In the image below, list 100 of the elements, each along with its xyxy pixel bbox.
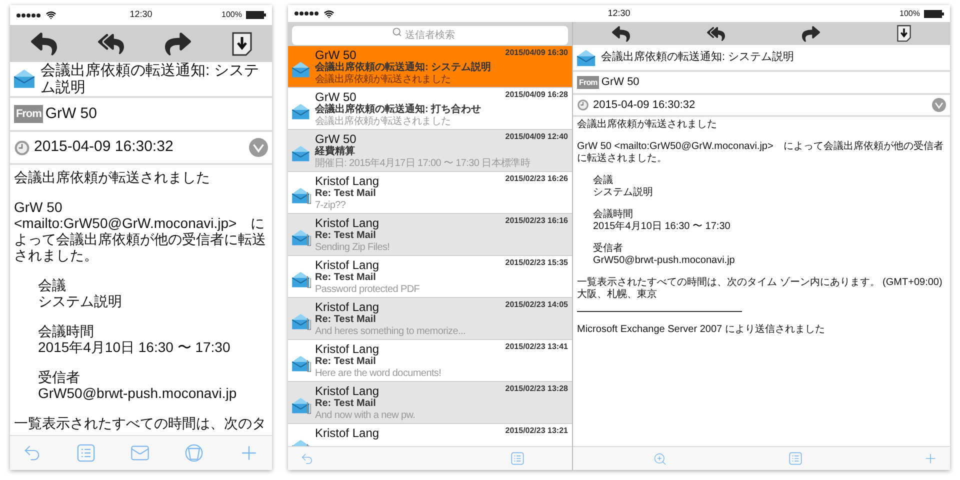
sender-name: GrW 50 xyxy=(315,48,356,62)
message-preview: And now with a new pw. xyxy=(315,410,416,422)
message-date: 2015/02/23 13:41 xyxy=(505,342,568,352)
sender-name: Kristof Lang xyxy=(315,426,380,440)
wifi-icon xyxy=(324,8,334,18)
message-paragraph: 受信者 GrW50@brwt-push.moconavi.jp xyxy=(37,369,238,401)
battery-level: 100% xyxy=(222,9,242,21)
message-date: 2015/04/09 16:28 xyxy=(505,90,568,100)
message-paragraph: 会議 システム説明 xyxy=(592,175,654,199)
sender-name: Kristof Lang xyxy=(315,300,380,314)
message-list-item[interactable]: Kristof Lang 2015/02/23 13:28 Re: Test Mail And now with a new pw. xyxy=(288,382,572,424)
message-paragraph: 会議時間 2015年4月10日 16:30 〜 17:30 xyxy=(37,323,232,355)
message-subject: Re: Test Mail xyxy=(315,188,377,200)
message-date: 2015/04/09 12:40 xyxy=(505,132,568,142)
envelope-icon xyxy=(577,48,597,66)
message-subject: Re: Test Mail xyxy=(315,356,377,368)
signal-icon xyxy=(294,11,320,16)
back-icon[interactable] xyxy=(300,452,314,466)
message-date: 2015/02/23 15:35 xyxy=(505,258,568,268)
sender-name: Kristof Lang xyxy=(315,174,380,188)
message-preview: 会議出席依頼が転送されました xyxy=(315,116,452,128)
battery-icon xyxy=(924,10,944,18)
message-paragraph: 一覧表示されたすべての時間は、次のタイム ゾーン内にあります。 (GMT+09:00) 大阪、札幌、東京 xyxy=(577,277,944,301)
message-paragraph: 一覧表示されたすべての時間は、次のタ xyxy=(14,415,267,431)
search-field[interactable]: 送信者検索 xyxy=(292,26,568,45)
sender-name: GrW 50 xyxy=(45,104,97,124)
message-list-item[interactable]: GrW 50 2015/04/09 12:40 経費精算 開催日: 2015年4月17日 17:00 〜 17:30 日本標準時 xyxy=(288,130,572,172)
reply-all-icon[interactable] xyxy=(706,24,725,42)
list-icon[interactable] xyxy=(511,452,524,465)
battery-level: 100% xyxy=(900,8,920,20)
message-subject: 会議出席依頼の転送通知: システム説明 xyxy=(601,50,794,66)
message-preview: 7-zip?? xyxy=(315,200,347,212)
message-subject: Re: Test Mail xyxy=(315,398,377,410)
add-icon[interactable] xyxy=(923,451,938,466)
list-icon[interactable] xyxy=(788,452,802,465)
expand-icon[interactable] xyxy=(249,138,268,157)
message-date: 2015/02/23 16:16 xyxy=(505,216,568,226)
message-list-item[interactable]: Kristof Lang 2015/02/23 13:41 Re: Test Mail Here are the word documents! xyxy=(288,340,572,382)
sender-name: GrW 50 xyxy=(601,75,640,90)
message-preview: And heres something to memorize... xyxy=(315,326,466,338)
message-date: 2015/02/23 14:05 xyxy=(505,300,568,310)
back-icon[interactable] xyxy=(22,443,42,463)
message-paragraph: 会議 システム説明 xyxy=(37,277,123,309)
message-paragraph: 会議時間 2015年4月10日 16:30 〜 17:30 xyxy=(592,209,732,233)
message-paragraph: GrW 50 <mailto:GrW50@GrW.moconavi.jp> によって会議出席依頼が他の受信者に転送されました。 xyxy=(14,199,267,263)
list-icon[interactable] xyxy=(77,444,95,462)
message-subject: Re: Test Mail xyxy=(315,272,377,284)
clock-icon xyxy=(577,99,589,111)
mail-icon[interactable] xyxy=(130,443,150,463)
status-time: 12:30 xyxy=(608,6,630,20)
reply-icon[interactable] xyxy=(30,30,56,56)
message-subject: Re: Test Mail xyxy=(315,230,377,242)
clock-icon xyxy=(14,140,30,156)
download-document-icon[interactable] xyxy=(232,32,252,56)
message-subject: Re: Test Mail xyxy=(315,314,377,326)
expand-icon[interactable] xyxy=(932,98,946,112)
message-list-item[interactable]: Kristof Lang 2015/02/23 16:26 Re: Test Mail 7-zip?? xyxy=(288,172,572,214)
zoom-in-icon[interactable] xyxy=(653,452,667,466)
message-date: 2015-04-09 16:30:32 xyxy=(34,137,174,158)
message-date: 2015/02/23 13:28 xyxy=(505,384,568,394)
envelope-icon xyxy=(14,67,36,91)
search-icon xyxy=(392,26,402,36)
bucket-icon[interactable] xyxy=(185,444,203,462)
message-preview: Sending Zip Files! xyxy=(315,242,391,254)
message-paragraph: 会議出席依頼が転送されました xyxy=(14,169,211,185)
forward-icon[interactable] xyxy=(802,24,820,42)
message-subject: 経費精算 xyxy=(315,146,356,158)
message-list-item[interactable]: GrW 50 2015/04/09 16:30 会議出席依頼の転送通知: システム説明 会議出席依頼が転送されました xyxy=(288,46,572,88)
message-date: 2015/04/09 16:30 xyxy=(505,48,568,58)
download-document-icon[interactable] xyxy=(897,25,912,42)
from-label: From xyxy=(14,105,44,123)
signal-icon xyxy=(16,12,42,18)
message-subject: 会議出席依頼の転送通知: 打ち合わせ xyxy=(315,104,482,116)
message-list-item[interactable]: GrW 50 2015/04/09 16:28 会議出席依頼の転送通知: 打ち合わせ 会議出席依頼が転送されました xyxy=(288,88,572,130)
wifi-icon xyxy=(46,10,56,20)
message-preview: 開催日: 2015年4月17日 17:00 〜 17:30 日本標準時 xyxy=(315,158,532,170)
sender-name: Kristof Lang xyxy=(315,258,380,272)
message-paragraph: 受信者 GrW50@brwt-push.moconavi.jp xyxy=(592,243,736,267)
reply-icon[interactable] xyxy=(612,24,630,42)
message-preview: 会議出席依頼が転送されました xyxy=(315,74,452,86)
battery-icon xyxy=(246,11,266,19)
message-list-item[interactable]: Kristof Lang 2015/02/23 16:16 Re: Test Mail Sending Zip Files! xyxy=(288,214,572,256)
message-paragraph: 会議出席依頼が転送されました xyxy=(577,119,718,131)
message-preview: Here are the word documents! xyxy=(315,368,442,380)
message-paragraph: GrW 50 <mailto:GrW50@GrW.moconavi.jp> によって会議出席依頼が他の受信者に転送されました。 xyxy=(577,141,944,165)
sender-name: Kristof Lang xyxy=(315,342,380,356)
sender-name: GrW 50 xyxy=(315,90,356,104)
message-list-item[interactable]: Kristof Lang 2015/02/23 14:05 Re: Test Mail And heres something to memorize... xyxy=(288,298,572,340)
message-date: 2015-04-09 16:30:32 xyxy=(593,98,696,113)
message-list-item[interactable]: Kristof Lang 2015/02/23 15:35 Re: Test Mail Password protected PDF xyxy=(288,256,572,298)
message-date: 2015/02/23 13:21 xyxy=(505,426,568,436)
message-subject: 会議出席依頼の転送通知: システム説明 xyxy=(315,62,492,74)
message-preview: Password protected PDF xyxy=(315,284,421,296)
message-date: 2015/02/23 16:26 xyxy=(505,174,568,184)
forward-icon[interactable] xyxy=(164,30,190,56)
sender-name: GrW 50 xyxy=(315,132,356,146)
status-time: 12:30 xyxy=(130,8,152,22)
message-paragraph: Microsoft Exchange Server 2007 により送信されました xyxy=(577,324,826,336)
message-subject: 会議出席依頼の転送通知: システム説明 xyxy=(40,62,260,96)
sender-name: Kristof Lang xyxy=(315,216,380,230)
